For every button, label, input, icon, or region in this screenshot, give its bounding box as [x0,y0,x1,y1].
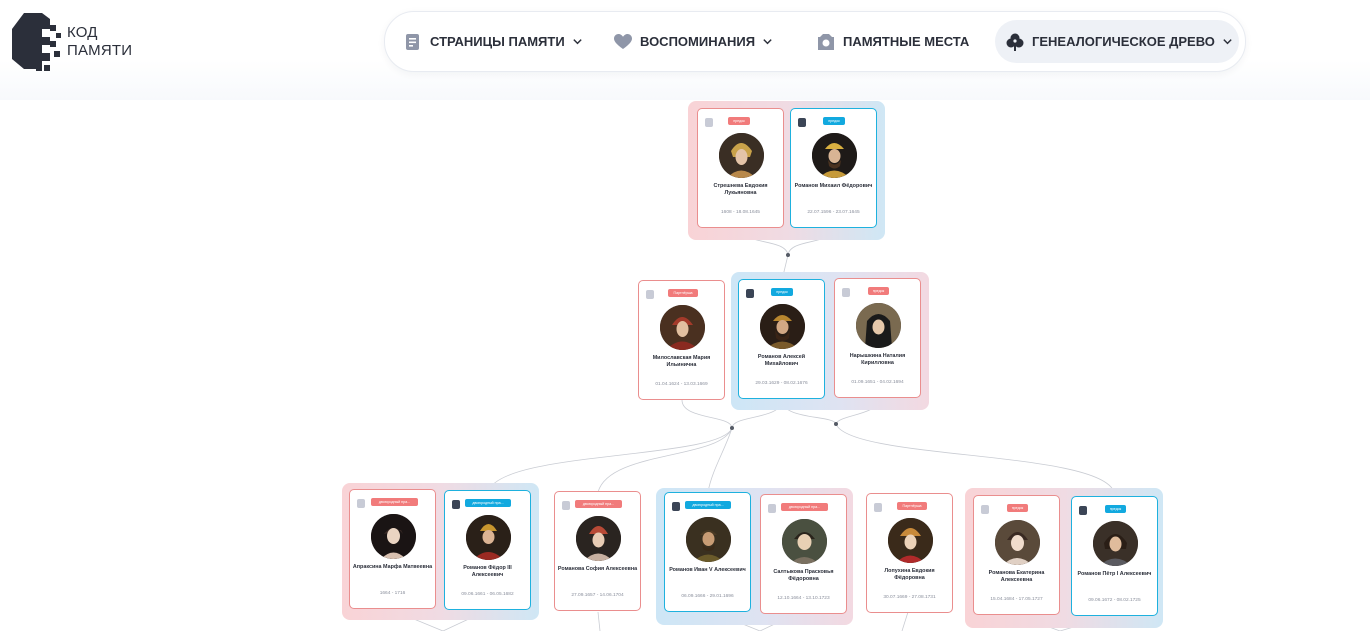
person-name: Романов Фёдор III Алексеевич [463,565,512,579]
person-photo [995,520,1040,565]
relation-tag: двоюродный пра... [781,503,828,511]
male-icon [798,118,806,127]
person-photo [812,133,857,178]
female-icon [562,501,570,510]
person-dates: 30.07.1669 - 27.08.1731 [883,595,936,600]
person-dates: 09.06.1672 - 08.02.1725 [1088,598,1141,603]
person-dates: 29.03.1629 - 08.02.1676 [755,381,808,386]
person-card-aleksey[interactable]: предок Романов Алексей Михайлович 29.03.… [738,279,825,399]
relation-tag: предок [771,288,793,296]
relation-tag: предок [1007,504,1028,512]
person-name: Лопухина Евдокия Фёдоровна [884,568,935,582]
person-dates: 01.04.1624 - 13.03.1669 [655,382,708,387]
male-icon [746,289,754,298]
relation-tag: Партнёрша [668,289,698,297]
person-name: Апраксина Марфа Матвеевна [352,564,433,570]
person-name: Романов Пётр I Алексеевич [1077,571,1152,577]
female-icon [874,503,882,512]
person-photo [782,519,827,564]
person-dates: 22.07.1596 - 23.07.1645 [807,210,860,215]
person-photo [719,133,764,178]
person-dates: 01.09.1651 - 04.02.1694 [851,380,904,385]
person-name: Романов Алексей Михайлович [757,354,806,368]
person-photo [686,517,731,562]
relation-tag: двоюродный пра... [371,498,418,506]
female-icon [357,499,365,508]
relation-tag: двоюродный пра... [575,500,622,508]
relation-tag: предок [823,117,845,125]
female-icon [705,118,713,127]
person-photo [888,518,933,563]
person-dates: 1608 - 18.08.1645 [721,210,760,215]
person-name: Романов Михаил Фёдорович [794,183,873,189]
relation-tag: Партнёрша [897,502,927,510]
female-icon [768,504,776,513]
person-card-lopukhina[interactable]: Партнёрша Лопухина Евдокия Фёдоровна 30.… [866,493,953,613]
person-dates: 1664 - 1716 [379,591,406,596]
relation-tag: двоюродный пра... [465,499,511,507]
person-photo [856,303,901,348]
person-photo [371,514,416,559]
female-icon [646,290,654,299]
connector-dot [786,253,790,257]
relation-tag: двоюродный пра... [685,501,731,509]
connector-dot [730,426,734,430]
person-name: Стрешнева Евдокия Лукьяновна [713,183,768,197]
person-card-streshneva[interactable]: предок Стрешнева Евдокия Лукьяновна 1608… [697,108,784,228]
relation-tag: предок [728,117,750,125]
person-card-petr[interactable]: предок Романов Пётр I Алексеевич 09.06.1… [1071,496,1158,616]
connector-dot [834,422,838,426]
person-card-naryshkina[interactable]: предок Нарышкина Наталия Кирилловна 01.0… [834,278,921,398]
person-card-ekaterina[interactable]: предок Романова Екатерина Алексеевна 15.… [973,495,1060,615]
person-photo [760,304,805,349]
person-photo [1093,521,1138,566]
person-card-ivan[interactable]: двоюродный пра... Романов Иван V Алексее… [664,492,751,612]
person-name: Салтыкова Прасковья Фёдоровна [773,569,834,583]
relation-tag: предок [868,287,889,295]
person-card-mikhail[interactable]: предок Романов Михаил Фёдорович 22.07.15… [790,108,877,228]
person-name: Милославская Мария Ильинична [652,355,711,369]
male-icon [452,500,460,509]
person-name: Романов Иван V Алексеевич [669,567,746,573]
person-photo [660,305,705,350]
female-icon [981,505,989,514]
person-dates: 06.09.1666 - 29.01.1696 [681,594,734,599]
person-dates: 27.09.1657 - 14.06.1704 [571,593,624,598]
family-tree-canvas[interactable]: предок Стрешнева Евдокия Лукьяновна 1608… [0,0,1370,631]
person-photo [466,515,511,560]
person-card-sofia[interactable]: двоюродный пра... Романова София Алексее… [554,491,641,611]
person-dates: 12.10.1664 - 13.10.1723 [777,596,830,601]
person-card-apraksina[interactable]: двоюродный пра... Апраксина Марфа Матвее… [349,489,436,609]
relation-tag: предок [1105,505,1126,513]
person-name: Романова Екатерина Алексеевна [988,570,1045,584]
male-icon [672,502,680,511]
male-icon [1079,506,1087,515]
person-dates: 09.06.1661 - 06.05.1682 [461,592,514,597]
person-card-fedor[interactable]: двоюродный пра... Романов Фёдор III Алек… [444,490,531,610]
person-photo [576,516,621,561]
person-dates: 15.04.1684 - 17.05.1727 [990,597,1043,602]
person-card-saltykova[interactable]: двоюродный пра... Салтыкова Прасковья Фё… [760,494,847,614]
person-name: Романова София Алексеевна [557,566,638,572]
person-card-miloslavskaya[interactable]: Партнёрша Милославская Мария Ильинична 0… [638,280,725,400]
person-name: Нарышкина Наталия Кирилловна [849,353,906,367]
female-icon [842,288,850,297]
